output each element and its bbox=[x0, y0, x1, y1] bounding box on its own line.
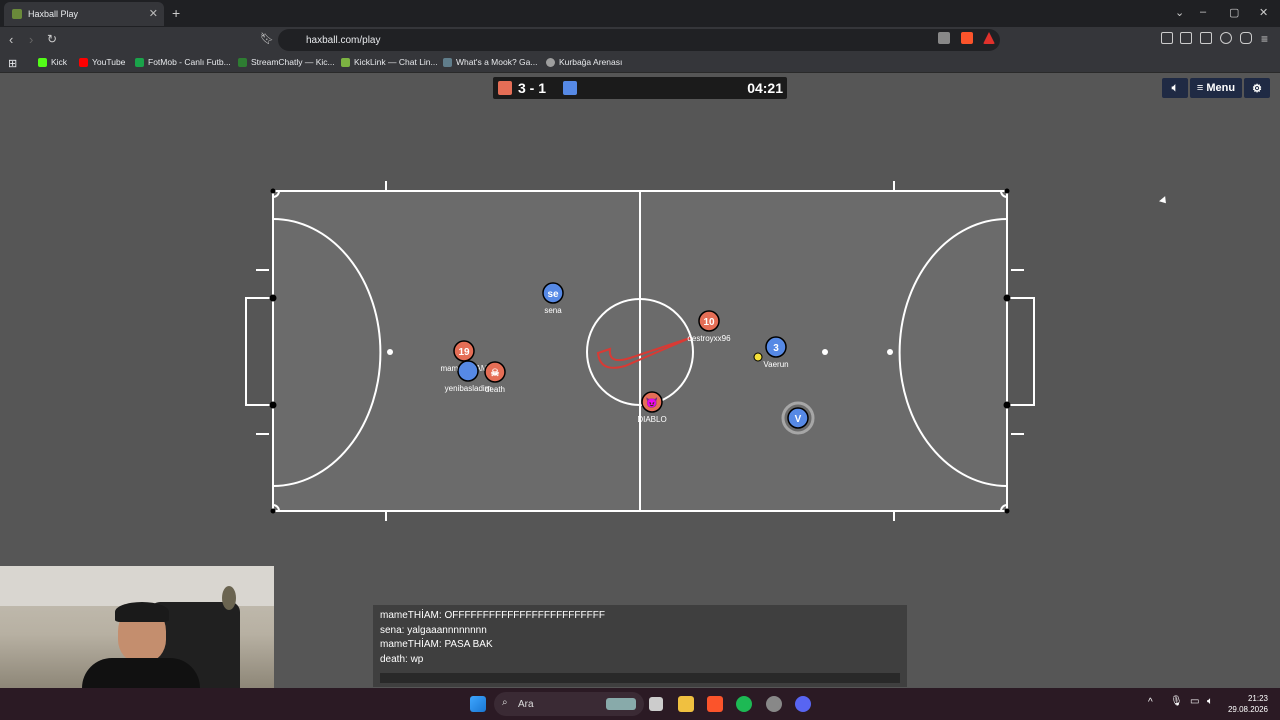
forward-icon[interactable]: › bbox=[29, 32, 33, 47]
chat-box: mameTHİAM: OFFFFFFFFFFFFFFFFFFFFFFFFF se… bbox=[373, 605, 907, 687]
search-label: Ara bbox=[518, 698, 534, 710]
clock-time: 21:23 bbox=[1247, 694, 1268, 703]
chat-input[interactable] bbox=[380, 673, 900, 683]
player-avatar-label: 3 bbox=[773, 343, 779, 354]
wallet-icon[interactable] bbox=[1200, 32, 1212, 44]
player-red: 😈 DIABLO bbox=[637, 391, 667, 424]
microphone-icon[interactable]: 🎙︎ bbox=[1170, 696, 1183, 707]
file-explorer-icon[interactable] bbox=[678, 696, 694, 712]
bookmark-kicklink[interactable]: KickLink — Chat Lin... bbox=[341, 57, 438, 67]
spotify-icon[interactable] bbox=[736, 696, 752, 712]
bookmark-kurbaga[interactable]: Kurbağa Arenası bbox=[546, 57, 622, 67]
reload-icon[interactable]: ↻ bbox=[47, 32, 57, 46]
chat-message: mameTHİAM: PASA BAK bbox=[380, 639, 493, 650]
player-blue: 3 Vaerun bbox=[763, 336, 789, 369]
globe-icon bbox=[546, 57, 555, 67]
player-avatar-label: se bbox=[547, 289, 559, 300]
player-red: ☠ death bbox=[484, 361, 506, 394]
bookmark-icon[interactable]: 🔖︎ bbox=[260, 32, 274, 45]
player-avatar-label: 19 bbox=[458, 347, 470, 358]
player-name: sena bbox=[544, 306, 562, 315]
player-name: destroyxx96 bbox=[687, 334, 731, 343]
translate-icon[interactable] bbox=[938, 32, 950, 44]
streamer-shirt bbox=[82, 658, 200, 690]
network-icon[interactable]: ▭ bbox=[1190, 696, 1199, 707]
bookmark-fotmob[interactable]: FotMob - Canlı Futb... bbox=[135, 57, 231, 67]
player-red: 10 destroyxx96 bbox=[687, 310, 731, 343]
tab-haxball[interactable]: Haxball Play ✕ bbox=[4, 2, 164, 26]
search-icon: ⌕ bbox=[502, 697, 508, 708]
kick-icon bbox=[38, 57, 47, 67]
sidebar-icon[interactable] bbox=[1180, 32, 1192, 44]
bookmark-kick[interactable]: Kick bbox=[38, 57, 67, 67]
player-avatar-label: 10 bbox=[703, 317, 715, 328]
player-blue: se sena bbox=[542, 282, 564, 315]
bookmark-mook[interactable]: What's a Mook? Ga... bbox=[443, 57, 537, 67]
extensions-icon[interactable] bbox=[1161, 32, 1173, 44]
clock-date: 29.08.2026 bbox=[1227, 705, 1268, 714]
player-avatar-label: ☠ bbox=[491, 368, 500, 379]
streamchatly-icon bbox=[238, 57, 247, 67]
tab-title: Haxball Play bbox=[28, 9, 79, 19]
bookmark-label: Kurbağa Arenası bbox=[559, 57, 623, 67]
brave-browser-icon[interactable] bbox=[707, 696, 723, 712]
vpn-icon[interactable] bbox=[1240, 32, 1252, 44]
tray-chevron-icon[interactable]: ^ bbox=[1148, 697, 1153, 708]
haxball-favicon-icon bbox=[12, 9, 22, 19]
discord-icon[interactable] bbox=[795, 696, 811, 712]
bookmark-streamchatly[interactable]: StreamChatly — Kic... bbox=[238, 57, 335, 67]
youtube-icon bbox=[79, 57, 88, 67]
player-name: Vaerun bbox=[763, 360, 788, 369]
url-bar[interactable]: haxball.com/play bbox=[278, 29, 1000, 51]
browser-menu-icon[interactable]: ≡ bbox=[1261, 32, 1268, 46]
mook-icon bbox=[443, 57, 452, 67]
player-avatar-label: 😈 bbox=[646, 397, 658, 409]
apps-grid-icon[interactable]: ⊞ bbox=[8, 57, 17, 70]
brave-shields-icon[interactable] bbox=[961, 32, 973, 44]
player-disc bbox=[457, 360, 479, 382]
bookmarks-bar: ⊞ Kick YouTube FotMob - Canlı Futb... St… bbox=[0, 53, 1280, 73]
wall-ornament bbox=[222, 586, 236, 610]
windows-start-icon[interactable] bbox=[470, 696, 486, 712]
player-blue: V bbox=[787, 407, 809, 429]
task-view-icon[interactable] bbox=[649, 697, 663, 711]
windows-taskbar: ⌕ Ara ^ 🎙︎ ▭ 🔈︎ 21:23 29.08.2026 bbox=[0, 688, 1280, 720]
back-icon[interactable]: ‹ bbox=[9, 32, 13, 47]
address-toolbar: ‹ › ↻ 🔖︎ haxball.com/play ≡ bbox=[0, 27, 1280, 53]
bookmark-youtube[interactable]: YouTube bbox=[79, 57, 125, 67]
search-highlight-icon bbox=[606, 698, 636, 710]
chat-message: mameTHİAM: OFFFFFFFFFFFFFFFFFFFFFFFFF bbox=[380, 610, 605, 621]
player-name: death bbox=[485, 385, 505, 394]
maximize-icon[interactable]: ▢ bbox=[1229, 6, 1239, 19]
leo-ai-icon[interactable] bbox=[1220, 32, 1232, 44]
player-name: DIABLO bbox=[637, 415, 666, 424]
bookmark-label: YouTube bbox=[92, 57, 126, 67]
bookmark-label: Kick bbox=[51, 57, 68, 67]
tab-search-icon[interactable]: ⌄ bbox=[1175, 6, 1184, 19]
fotmob-icon bbox=[135, 57, 144, 67]
link-icon bbox=[341, 57, 350, 67]
tab-strip: Haxball Play ✕ + ⌄ – ▢ ✕ bbox=[0, 0, 1280, 27]
url-text: haxball.com/play bbox=[306, 34, 381, 46]
streamer-hair bbox=[115, 602, 169, 622]
steam-icon[interactable] bbox=[766, 696, 782, 712]
bookmark-label: What's a Mook? Ga... bbox=[456, 57, 538, 67]
minimize-icon[interactable]: – bbox=[1200, 6, 1206, 18]
new-tab-icon[interactable]: + bbox=[172, 5, 180, 21]
taskbar-search[interactable]: ⌕ Ara bbox=[494, 692, 644, 716]
chat-message: death: wp bbox=[380, 653, 424, 665]
volume-icon[interactable]: 🔈︎ bbox=[1207, 696, 1213, 707]
close-window-icon[interactable]: ✕ bbox=[1259, 6, 1268, 19]
system-clock[interactable]: 21:23 29.08.2026 bbox=[1228, 693, 1268, 715]
chat-message: sena: yalgaaannnnnnnn bbox=[380, 624, 487, 636]
player-avatar-label: V bbox=[795, 414, 802, 425]
bookmark-label: FotMob - Canlı Futb... bbox=[148, 57, 231, 67]
close-tab-icon[interactable]: ✕ bbox=[149, 7, 158, 20]
bookmark-label: KickLink — Chat Lin... bbox=[354, 57, 438, 67]
bookmark-label: StreamChatly — Kic... bbox=[251, 57, 335, 67]
webcam-overlay bbox=[0, 566, 274, 690]
